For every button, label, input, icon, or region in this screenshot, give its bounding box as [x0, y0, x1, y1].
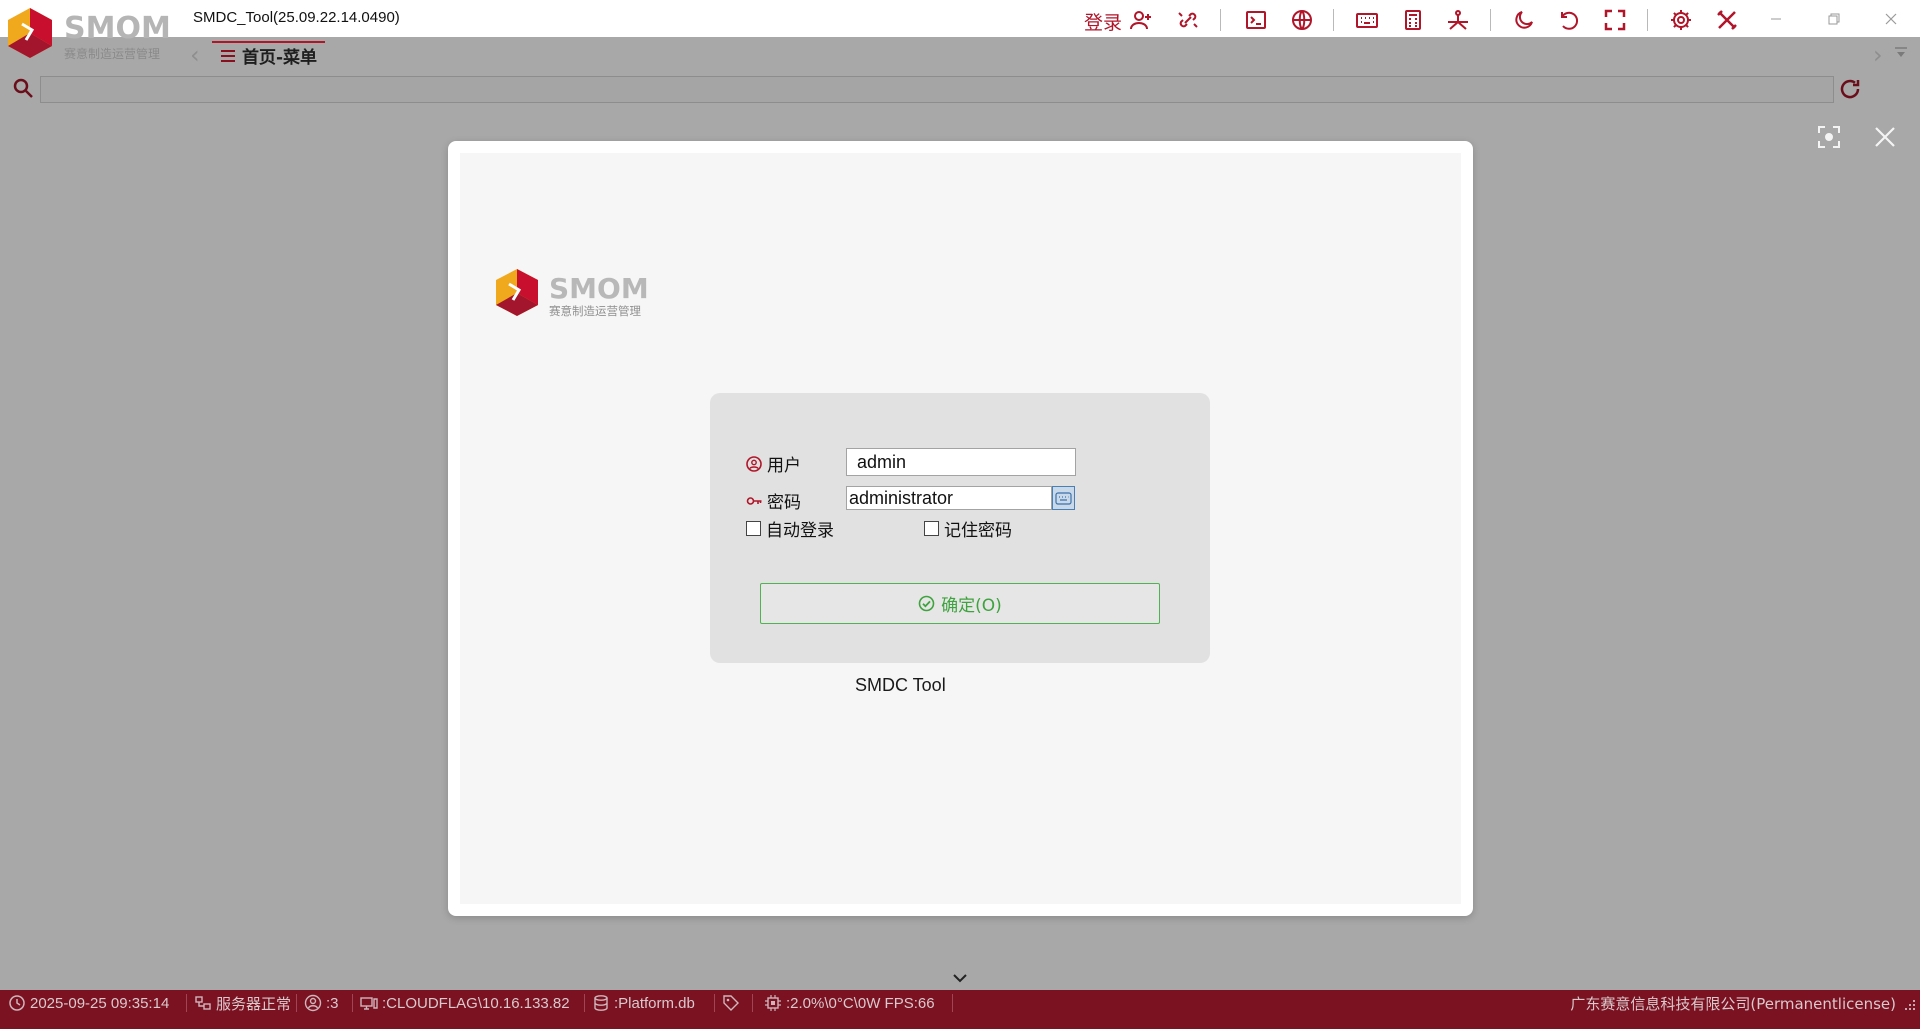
tab-label: 首页-菜单: [242, 48, 318, 68]
product-name: SMDC Tool: [855, 675, 946, 695]
status-datetime: 2025-09-25 09:35:14: [8, 990, 169, 1016]
resize-grip-icon[interactable]: [1902, 996, 1916, 1015]
app-logo: SMOM 赛意制造运营管理: [6, 8, 176, 66]
username-input[interactable]: [846, 448, 1076, 476]
toolbar-separator: [1220, 9, 1221, 31]
minimize-button[interactable]: [1758, 6, 1794, 32]
tab-list-icon[interactable]: [1894, 45, 1908, 64]
auto-login-checkbox[interactable]: 自动登录: [746, 516, 834, 541]
status-resources-text: :2.0%\0°C\0W FPS:66: [786, 994, 935, 1012]
confirm-button-label: 确定(O): [941, 596, 1002, 616]
globe-icon[interactable]: [1289, 8, 1315, 32]
tools-icon[interactable]: [1714, 8, 1740, 32]
computer-icon: [360, 997, 378, 1010]
title-bar: SMDC_Tool(25.09.22.14.0490) 登录: [0, 0, 1920, 37]
add-user-icon[interactable]: [1128, 8, 1154, 32]
login-dialog-body: SMOM 赛意制造运营管理 用户 密码 自动登录: [460, 153, 1461, 904]
refresh-icon[interactable]: [1838, 77, 1862, 105]
user-icon: [746, 455, 762, 472]
password-label: 密码: [746, 488, 801, 513]
password-label-text: 密码: [767, 493, 801, 513]
status-divider: [296, 994, 297, 1012]
status-divider: [752, 994, 753, 1012]
keyboard-icon[interactable]: [1354, 8, 1380, 32]
status-bar: 2025-09-25 09:35:14 服务器正常 :3 :CLOUDFLAG\…: [0, 990, 1920, 1029]
dialog-logo-tagline: 赛意制造运营管理: [549, 304, 641, 318]
user-label: 用户: [746, 451, 801, 476]
status-users: :3: [304, 990, 339, 1016]
dialog-close-icon[interactable]: [1872, 124, 1898, 154]
status-divider: [186, 994, 187, 1012]
toolbar-separator: [1490, 9, 1491, 31]
search-row: [0, 74, 1920, 106]
status-divider: [952, 994, 953, 1012]
calculator-icon[interactable]: [1400, 8, 1426, 32]
status-server-text: 服务器正常: [216, 995, 292, 1013]
check-circle-icon: [918, 595, 935, 612]
search-input[interactable]: [40, 76, 1834, 103]
auto-login-checkbox-box[interactable]: [746, 521, 761, 536]
virtual-keyboard-button[interactable]: [1052, 486, 1075, 510]
menu-icon: [221, 49, 235, 62]
fullscreen-icon[interactable]: [1602, 8, 1628, 32]
tab-scroll-right-icon[interactable]: ›: [1873, 41, 1883, 69]
user-label-text: 用户: [767, 456, 801, 476]
network-icon[interactable]: [1445, 8, 1471, 32]
link-icon[interactable]: [1175, 8, 1201, 32]
status-resources: :2.0%\0°C\0W FPS:66: [764, 990, 935, 1016]
window-close-button[interactable]: [1873, 6, 1909, 32]
status-database-text: :Platform.db: [614, 994, 695, 1012]
restore-button[interactable]: [1816, 6, 1852, 32]
moon-icon[interactable]: [1511, 8, 1537, 32]
chevron-down-icon[interactable]: [950, 970, 970, 989]
status-host: :CLOUDFLAG\10.16.133.82: [360, 990, 570, 1016]
toolbar-separator: [1647, 9, 1648, 31]
status-divider: [352, 994, 353, 1012]
status-users-text: :3: [326, 994, 339, 1012]
window-title: SMDC_Tool(25.09.22.14.0490): [193, 9, 400, 26]
tab-scroll-left-icon[interactable]: ‹: [190, 41, 200, 69]
logo-text: SMOM: [64, 11, 171, 46]
server-icon: [195, 996, 211, 1010]
status-company: 广东赛意信息科技有限公司(Permanentlicense): [1570, 994, 1896, 1013]
terminal-icon[interactable]: [1243, 8, 1269, 32]
remember-password-checkbox[interactable]: 记住密码: [924, 516, 1012, 541]
login-panel: 用户 密码 自动登录 记住密码 确定(O): [710, 393, 1210, 663]
auto-login-label: 自动登录: [766, 521, 834, 541]
tab-bar: ‹ 首页-菜单 ›: [0, 37, 1920, 70]
status-datetime-text: 2025-09-25 09:35:14: [30, 994, 170, 1012]
status-tag: [722, 990, 740, 1016]
dialog-logo-text: SMOM: [549, 272, 649, 305]
status-divider: [584, 994, 585, 1012]
clock-icon: [9, 995, 25, 1011]
search-icon[interactable]: [12, 77, 34, 103]
status-divider: [714, 994, 715, 1012]
login-dialog: SMOM 赛意制造运营管理 用户 密码 自动登录: [448, 141, 1473, 916]
toolbar-separator: [1333, 9, 1334, 31]
password-input[interactable]: [846, 486, 1052, 510]
gear-icon[interactable]: [1668, 8, 1694, 32]
dialog-logo: SMOM 赛意制造运营管理: [495, 266, 655, 328]
remember-password-checkbox-box[interactable]: [924, 521, 939, 536]
cpu-icon: [765, 995, 781, 1011]
confirm-button[interactable]: 确定(O): [760, 583, 1160, 624]
undo-icon[interactable]: [1556, 8, 1582, 32]
tab-home-menu[interactable]: 首页-菜单: [212, 41, 326, 68]
remember-password-label: 记住密码: [944, 521, 1012, 541]
status-host-text: :CLOUDFLAG\10.16.133.82: [382, 994, 570, 1012]
tag-icon: [723, 995, 739, 1011]
status-server: 服务器正常: [194, 990, 291, 1016]
database-icon: [594, 995, 608, 1011]
keyboard-icon: [1055, 491, 1072, 505]
user-circle-icon: [304, 994, 322, 1012]
status-database: :Platform.db: [592, 990, 695, 1016]
dialog-maximize-icon[interactable]: [1816, 124, 1842, 154]
key-icon: [746, 496, 762, 505]
login-button[interactable]: 登录: [1084, 8, 1122, 35]
logo-tagline: 赛意制造运营管理: [64, 46, 160, 61]
